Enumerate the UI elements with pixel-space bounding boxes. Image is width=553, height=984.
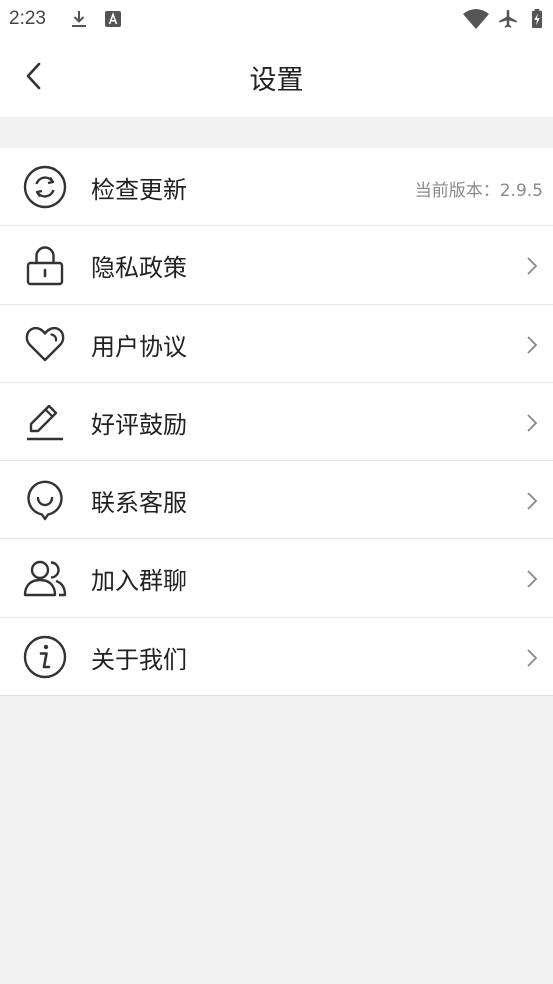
- privacy-policy-row[interactable]: 隐私政策: [0, 226, 553, 305]
- top-app-bar: 设置: [0, 38, 553, 117]
- lock-icon: [26, 246, 64, 286]
- status-bar: 2:23: [0, 0, 553, 38]
- battery-charging-icon: [531, 8, 543, 29]
- users-icon: [23, 561, 67, 597]
- chevron-right-icon: [527, 335, 538, 354]
- version-text: 当前版本：2.9.5: [414, 181, 543, 201]
- wifi-icon: [463, 9, 489, 29]
- join-group-row[interactable]: 加入群聊: [0, 539, 553, 618]
- row-label: 好评鼓励: [91, 410, 187, 439]
- a-box-icon: [105, 11, 121, 27]
- heart-icon: [25, 326, 65, 361]
- airplane-icon: [499, 9, 517, 28]
- chat-smile-icon: [27, 480, 63, 521]
- check-update-row[interactable]: 检查更新 当前版本：2.9.5: [0, 148, 553, 227]
- download-icon: [72, 11, 86, 27]
- rate-us-row[interactable]: 好评鼓励: [0, 383, 553, 462]
- row-label: 隐私政策: [91, 254, 187, 283]
- row-label: 联系客服: [91, 489, 187, 518]
- row-label: 检查更新: [91, 176, 187, 204]
- chevron-right-icon: [527, 492, 538, 510]
- status-time: 2:23: [9, 8, 46, 29]
- row-label: 用户协议: [91, 332, 187, 361]
- refresh-icon: [23, 165, 67, 209]
- chevron-right-icon: [527, 414, 538, 432]
- chevron-right-icon: [527, 570, 538, 589]
- info-icon: [23, 635, 67, 678]
- chevron-right-icon: [527, 257, 538, 275]
- settings-list: 检查更新 当前版本：2.9.5 隐私政策 用户协议 好评鼓励 联系客服 加入群聊…: [0, 148, 553, 697]
- row-label: 加入群聊: [91, 567, 187, 596]
- about-us-row[interactable]: 关于我们: [0, 618, 553, 697]
- chevron-right-icon: [527, 649, 538, 667]
- page-title: 设置: [249, 65, 304, 96]
- pencil-icon: [27, 404, 63, 441]
- customer-service-row[interactable]: 联系客服: [0, 461, 553, 540]
- user-agreement-row[interactable]: 用户协议: [0, 305, 553, 383]
- row-label: 关于我们: [91, 645, 187, 674]
